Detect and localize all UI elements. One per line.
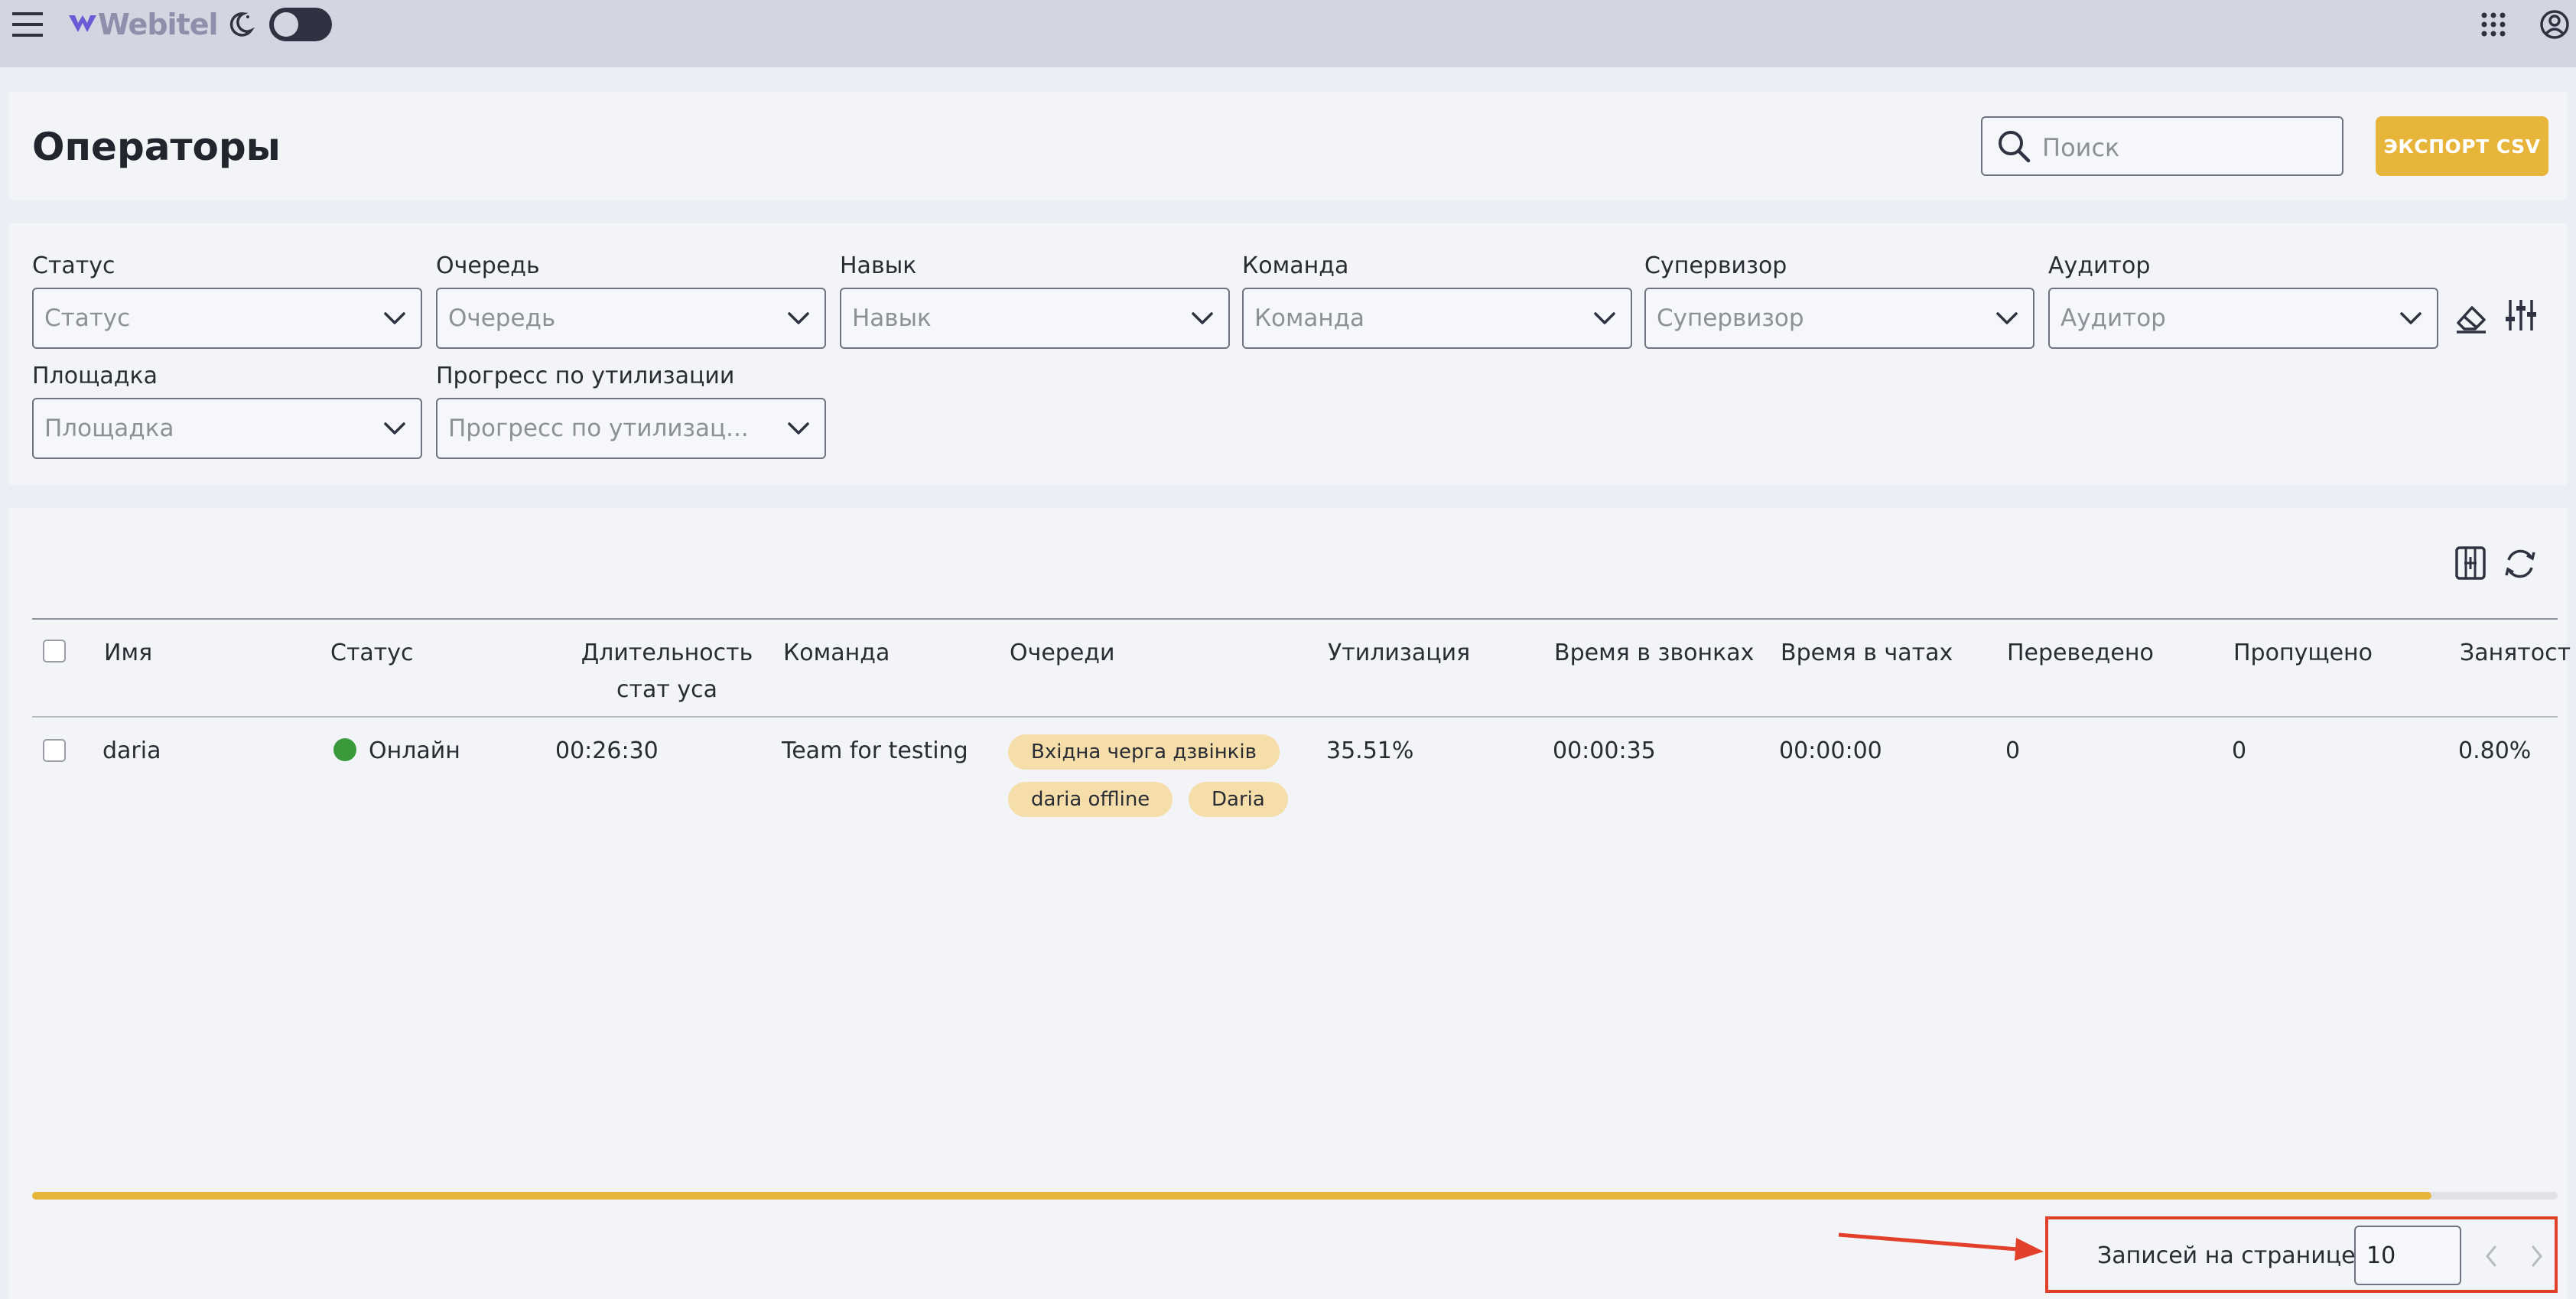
filter-skill-select[interactable]: Навык — [840, 288, 1230, 349]
table-card: Имя Статус Длительность стат уса Команда… — [9, 508, 2571, 1299]
filter-site-select[interactable]: Площадка — [32, 398, 422, 459]
filter-site-label: Площадка — [32, 363, 158, 389]
status-text: Онлайн — [369, 737, 460, 764]
filter-team-label: Команда — [1242, 252, 1349, 279]
column-select-icon[interactable] — [2454, 545, 2487, 584]
filter-skill-label: Навык — [840, 252, 917, 279]
filters-card: Статус Статус Очередь Очередь Навык Навы… — [9, 223, 2567, 485]
cell-status: Онлайн — [333, 734, 460, 768]
chevron-down-icon — [786, 308, 811, 332]
column-header-name[interactable]: Имя — [104, 635, 152, 672]
column-header-occupancy[interactable]: Занятост — [2460, 635, 2571, 672]
table-header: Имя Статус Длительность стат уса Команда… — [32, 618, 2571, 718]
column-header-utilization[interactable]: Утилизация — [1328, 635, 1470, 672]
filter-skill-placeholder: Навык — [852, 304, 932, 332]
filter-supervisor-select[interactable]: Супервизор — [1644, 288, 2034, 349]
filter-auditor-select[interactable]: Аудитор — [2048, 288, 2438, 349]
menu-icon[interactable] — [11, 8, 44, 41]
filter-supervisor-placeholder: Супервизор — [1657, 304, 1804, 332]
refresh-icon[interactable] — [2501, 545, 2539, 586]
cell-duration: 00:26:30 — [555, 737, 659, 764]
cell-transferred: 0 — [2005, 737, 2021, 764]
column-header-team[interactable]: Команда — [783, 635, 890, 672]
column-header-status[interactable]: Статус — [330, 635, 414, 672]
queue-chip: Daria — [1189, 782, 1288, 817]
filter-auditor-placeholder: Аудитор — [2060, 304, 2166, 332]
queue-chip: daria offline — [1008, 782, 1173, 817]
highlight-annotation-box — [2045, 1216, 2558, 1293]
logo-text: Webitel — [98, 8, 219, 41]
cell-team: Team for testing — [782, 737, 968, 764]
filter-queue-label: Очередь — [436, 252, 540, 279]
cell-chat-time: 00:00:00 — [1779, 737, 1882, 764]
filter-utilization-placeholder: Прогресс по утилизац... — [448, 415, 749, 442]
row-checkbox[interactable] — [43, 739, 66, 762]
eraser-icon[interactable] — [2454, 300, 2489, 338]
search-box[interactable] — [1981, 116, 2343, 176]
cell-utilization: 35.51% — [1326, 737, 1414, 764]
table-row[interactable]: daria Онлайн 00:26:30 Team for testing В… — [32, 718, 2558, 832]
filter-utilization-label: Прогресс по утилизации — [436, 363, 735, 389]
filter-status-placeholder: Статус — [44, 304, 131, 332]
filter-team-select[interactable]: Команда — [1242, 288, 1632, 349]
top-bar: Webitel — [0, 0, 2576, 67]
moon-icon — [223, 8, 257, 41]
filter-team-placeholder: Команда — [1254, 304, 1365, 332]
column-header-call-time[interactable]: Время в звонках — [1554, 635, 1754, 672]
filter-queue-select[interactable]: Очередь — [436, 288, 826, 349]
chevron-down-icon — [2399, 308, 2423, 332]
chevron-down-icon — [382, 308, 407, 332]
toggle-knob — [274, 12, 298, 37]
column-header-status-duration[interactable]: Длительность стат уса — [560, 635, 774, 708]
filter-status-label: Статус — [32, 252, 115, 279]
export-csv-button[interactable]: ЭКСПОРТ CSV — [2376, 116, 2548, 176]
annotation-arrow-icon — [1836, 1216, 2050, 1265]
chevron-down-icon — [786, 418, 811, 442]
select-all-checkbox[interactable] — [43, 640, 66, 663]
queue-chip: Вхідна черга дзвінків — [1008, 734, 1280, 770]
scrollbar-thumb[interactable] — [32, 1192, 2431, 1200]
filter-status-select[interactable]: Статус — [32, 288, 422, 349]
filter-supervisor-label: Супервизор — [1644, 252, 1787, 279]
header-card: Операторы ЭКСПОРТ CSV — [9, 92, 2567, 200]
webitel-logo-icon — [67, 8, 98, 41]
filter-site-placeholder: Площадка — [44, 415, 174, 442]
chevron-down-icon — [1592, 308, 1617, 332]
column-header-transferred[interactable]: Переведено — [2007, 635, 2154, 672]
search-input[interactable] — [2041, 127, 2334, 168]
chevron-down-icon — [1995, 308, 2019, 332]
page-title: Операторы — [32, 125, 281, 169]
user-account-icon[interactable] — [2538, 8, 2571, 41]
cell-name: daria — [102, 737, 161, 764]
filter-settings-icon[interactable] — [2504, 297, 2538, 337]
horizontal-scrollbar[interactable] — [32, 1192, 2558, 1200]
column-header-missed[interactable]: Пропущено — [2233, 635, 2373, 672]
theme-toggle[interactable] — [269, 8, 332, 41]
cell-missed: 0 — [2232, 737, 2247, 764]
column-header-queues[interactable]: Очереди — [1010, 635, 1115, 672]
status-online-dot — [333, 737, 356, 761]
cell-call-time: 00:00:35 — [1553, 737, 1656, 764]
apps-grid-icon[interactable] — [2478, 9, 2509, 40]
search-icon — [1996, 129, 2031, 167]
chevron-down-icon — [382, 418, 407, 442]
chevron-down-icon — [1190, 308, 1215, 332]
filter-utilization-select[interactable]: Прогресс по утилизац... — [436, 398, 826, 459]
column-header-chat-time[interactable]: Время в чатах — [1781, 635, 1953, 672]
cell-occupancy: 0.80% — [2458, 737, 2532, 764]
filter-auditor-label: Аудитор — [2048, 252, 2151, 279]
filter-queue-placeholder: Очередь — [448, 304, 556, 332]
